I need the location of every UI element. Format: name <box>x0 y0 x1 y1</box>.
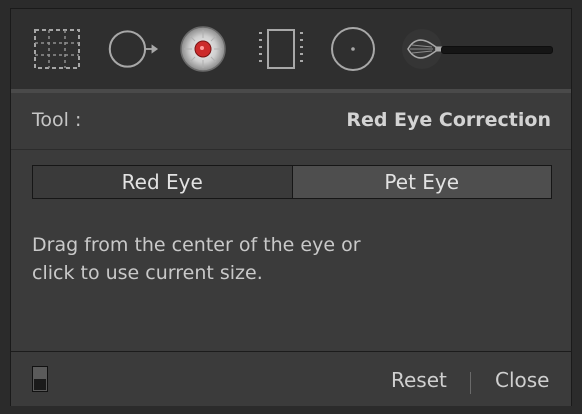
red-eye-icon <box>180 26 226 72</box>
tool-label: Tool : <box>32 109 82 131</box>
crop-overlay-icon <box>34 29 80 69</box>
tool-panel: Tool : Red Eye Correction Red Eye Pet Ey… <box>10 8 572 406</box>
tool-strip <box>11 9 571 90</box>
red-eye-tool[interactable] <box>177 25 229 73</box>
radial-filter-tool[interactable] <box>327 25 379 73</box>
instruction-text: Drag from the center of the eye or click… <box>32 231 452 287</box>
instruction-line-1: Drag from the center of the eye or <box>32 234 361 256</box>
reset-button[interactable]: Reset <box>391 368 447 392</box>
graduated-filter-icon <box>259 29 303 69</box>
tool-header: Tool : Red Eye Correction <box>11 93 571 150</box>
brush-size-slider[interactable] <box>441 46 553 54</box>
mode-segmented-control: Red Eye Pet Eye <box>32 165 552 199</box>
tool-name: Red Eye Correction <box>346 109 551 131</box>
footer-separator <box>470 372 471 394</box>
close-button[interactable]: Close <box>495 368 549 392</box>
toggle-knob <box>34 379 46 390</box>
crop-overlay-tool[interactable] <box>31 25 83 73</box>
radial-filter-icon <box>331 27 375 71</box>
panel-footer: Reset Close <box>11 351 571 406</box>
spot-removal-icon <box>108 30 159 68</box>
spot-removal-tool[interactable] <box>107 25 159 73</box>
pet-eye-mode-button[interactable]: Pet Eye <box>291 166 551 198</box>
tool-enable-toggle[interactable] <box>32 366 48 392</box>
red-eye-mode-button[interactable]: Red Eye <box>33 166 292 198</box>
graduated-filter-tool[interactable] <box>255 25 307 73</box>
instruction-line-2: click to use current size. <box>32 262 263 284</box>
